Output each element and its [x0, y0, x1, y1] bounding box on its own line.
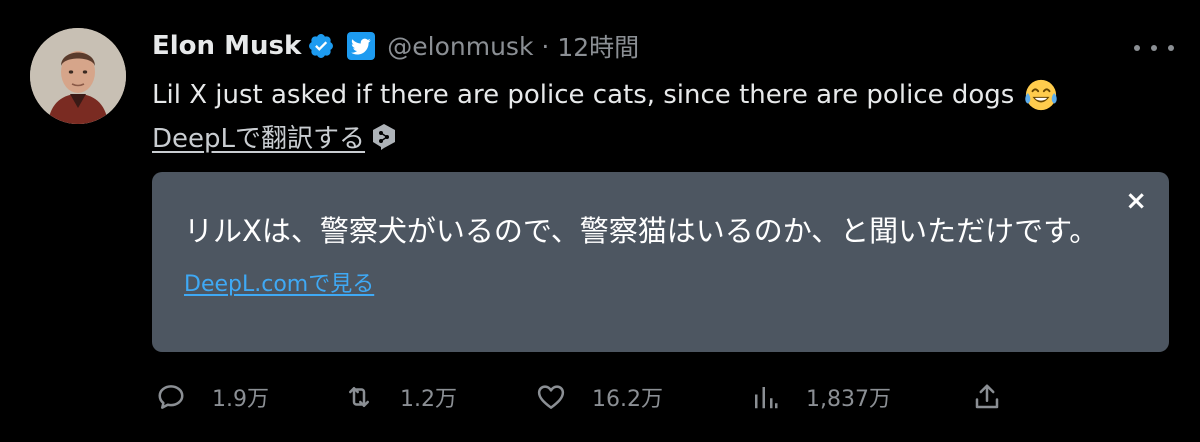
tweet-body: Lil X just asked if there are police cat… [152, 78, 1058, 112]
avatar[interactable] [30, 28, 126, 124]
share-icon [975, 384, 999, 409]
twitter-bird-icon [347, 32, 376, 60]
reply-button[interactable]: 1.9万 [156, 376, 269, 418]
tweet-text: Lil X just asked if there are police cat… [152, 80, 1015, 110]
separator-dot: · [541, 31, 550, 61]
deepl-icon [371, 123, 397, 151]
deepl-site-link[interactable]: DeepL.comで見る [184, 266, 374, 298]
retweet-button[interactable]: 1.2万 [344, 376, 457, 418]
reply-icon [158, 385, 184, 409]
retweet-count: 1.2万 [400, 387, 457, 412]
share-button[interactable] [972, 376, 1002, 418]
more-dot-icon [1168, 45, 1174, 51]
translation-text: リルXは、警察犬がいるので、警察猫はいるのか、と聞いただけです。 [184, 214, 1099, 248]
tweet-timestamp[interactable]: 12時間 [557, 28, 639, 64]
views-chart-icon [755, 387, 778, 409]
tweet-header: Elon Musk @elonmusk · 12時間 [152, 28, 639, 64]
more-dot-icon [1134, 45, 1140, 51]
avatar-photo [30, 28, 126, 124]
author-name[interactable]: Elon Musk [152, 31, 301, 61]
author-handle[interactable]: @elonmusk [387, 32, 533, 61]
face-with-tears-of-joy-icon [1024, 78, 1058, 112]
translation-panel: × リルXは、警察犬がいるので、警察猫はいるのか、と聞いただけです。 DeepL… [152, 172, 1169, 352]
more-options-button[interactable] [1134, 38, 1174, 58]
close-icon[interactable]: × [1125, 188, 1147, 214]
translate-row: DeepLで翻訳する [152, 118, 397, 155]
heart-icon [537, 385, 565, 409]
like-count: 16.2万 [592, 387, 663, 412]
more-dot-icon [1151, 45, 1157, 51]
retweet-icon [349, 387, 369, 407]
like-button[interactable]: 16.2万 [536, 376, 663, 418]
reply-count: 1.9万 [212, 387, 269, 412]
tweet-actions: 1.9万 1.2万 16.2万 1,837万 [156, 376, 1056, 418]
verified-badge-icon [307, 32, 335, 60]
deepl-translate-link[interactable]: DeepLで翻訳する [152, 118, 365, 155]
views-button[interactable]: 1,837万 [750, 376, 891, 418]
views-count: 1,837万 [806, 387, 891, 412]
